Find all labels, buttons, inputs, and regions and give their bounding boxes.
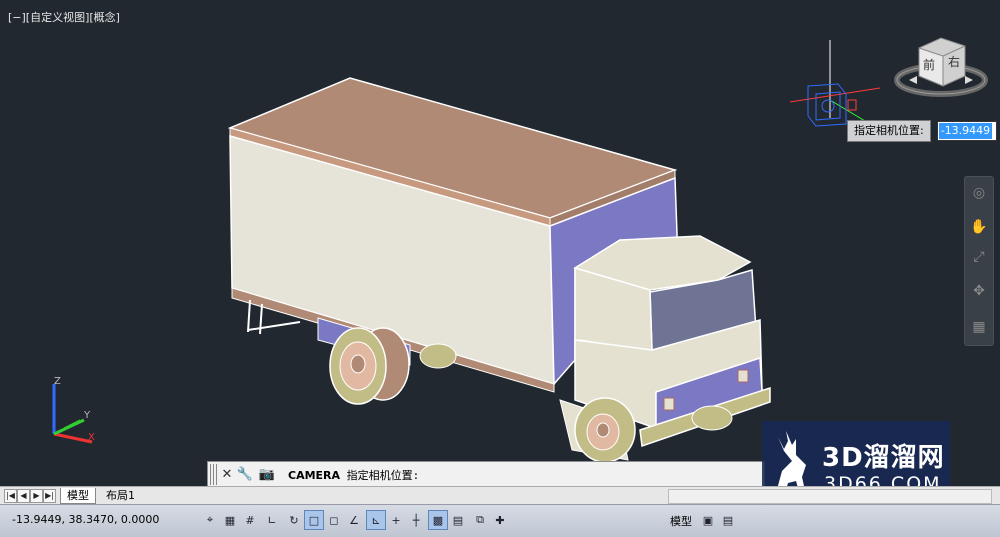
ucs-y-label: Y xyxy=(84,410,91,421)
viewcube-right-face[interactable]: 右 xyxy=(948,53,960,70)
next-icon[interactable]: ▶ xyxy=(30,489,43,503)
prev-icon[interactable]: ◀ xyxy=(17,489,30,503)
close-icon[interactable]: ✕ xyxy=(218,465,236,485)
quick-view-layouts-icon[interactable]: ▣ xyxy=(698,510,718,530)
command-name: CAMERA xyxy=(288,468,341,482)
command-prompt: 指定相机位置: xyxy=(346,468,420,482)
dynamic-input-label: 指定相机位置: xyxy=(847,120,931,142)
osnap-icon[interactable]: □ xyxy=(304,510,324,530)
ducs-icon[interactable]: ⊾ xyxy=(366,510,386,530)
watermark-title: 3D溜溜网 xyxy=(822,443,945,473)
ortho-icon[interactable]: ∟ xyxy=(262,510,282,530)
grid-icon[interactable]: # xyxy=(240,510,260,530)
polar-icon[interactable]: ↻ xyxy=(284,510,304,530)
horizontal-scrollbar[interactable] xyxy=(668,489,992,504)
layout-tab-bar: |◀ ◀ ▶ ▶| 模型 布局1 xyxy=(0,486,1000,505)
quick-properties-icon[interactable]: ▤ xyxy=(448,510,468,530)
viewcube-front-face[interactable]: 前 xyxy=(923,56,935,73)
first-icon[interactable]: |◀ xyxy=(4,489,17,503)
otrack-icon[interactable]: ∠ xyxy=(344,510,364,530)
command-line-grip[interactable] xyxy=(210,464,218,485)
dynamic-input-tooltip: 指定相机位置: -13.9449 xyxy=(847,120,997,142)
watermark-subtitle: 3D66.COM xyxy=(824,473,942,486)
deer-logo-icon xyxy=(777,431,806,486)
dyn-icon[interactable]: + xyxy=(386,510,406,530)
command-line-text[interactable]: CAMERA 指定相机位置: xyxy=(288,467,419,483)
wrench-icon[interactable]: 🔧 xyxy=(236,465,254,485)
coordinate-readout[interactable]: -13.9449, 38.3470, 0.0000 xyxy=(12,513,159,526)
dynamic-input-value[interactable]: -13.9449 xyxy=(938,123,993,139)
showmotion-icon[interactable]: ▦ xyxy=(969,317,989,337)
steering-wheel-icon[interactable]: ◎ xyxy=(969,183,989,203)
dynamic-input-field[interactable]: -13.9449 xyxy=(936,121,997,141)
camera-glyph xyxy=(789,40,881,127)
annotation-monitor-icon[interactable]: ✚ xyxy=(490,510,510,530)
camera-icon[interactable]: 📷 xyxy=(254,465,280,485)
navigation-bar: ◎ ✋ ⤢ ✥ ▦ xyxy=(964,176,994,346)
snap-icon[interactable]: ▦ xyxy=(220,510,240,530)
ucs-z-label: Z xyxy=(54,376,61,387)
ucs-icon: Z Y X xyxy=(40,376,100,460)
3dosnap-icon[interactable]: ◻ xyxy=(324,510,344,530)
infer-constraints-icon[interactable]: ⌖ xyxy=(200,510,220,530)
tab-layout1[interactable]: 布局1 xyxy=(100,488,141,503)
command-line[interactable]: ✕ 🔧 📷 CAMERA 指定相机位置: xyxy=(207,461,765,486)
orbit-icon[interactable]: ✥ xyxy=(969,281,989,301)
zoom-icon[interactable]: ⤢ xyxy=(969,247,989,267)
status-bar: -13.9449, 38.3470, 0.0000 ⌖ ▦ # ∟ ↻ □ ◻ … xyxy=(0,504,1000,537)
transparency-icon[interactable]: ▩ xyxy=(428,510,448,530)
drawing-viewport[interactable]: [−][自定义视图][概念] 前 右 指定相机位置: -13.9449 ◎ ✋ … xyxy=(0,0,1000,486)
last-icon[interactable]: ▶| xyxy=(43,489,56,503)
ucs-x-label: X xyxy=(88,432,95,443)
tab-model[interactable]: 模型 xyxy=(60,488,96,504)
watermark: 3D溜溜网 3D66.COM xyxy=(762,421,950,486)
lineweight-icon[interactable]: ┼ xyxy=(406,510,426,530)
selection-cycling-icon[interactable]: ⧉ xyxy=(470,510,490,530)
quick-view-drawings-icon[interactable]: ▤ xyxy=(718,510,738,530)
truck-model xyxy=(227,40,881,463)
viewcube[interactable]: 前 右 xyxy=(893,36,989,100)
pan-icon[interactable]: ✋ xyxy=(969,217,989,237)
model-space-label[interactable]: 模型 xyxy=(670,513,692,529)
